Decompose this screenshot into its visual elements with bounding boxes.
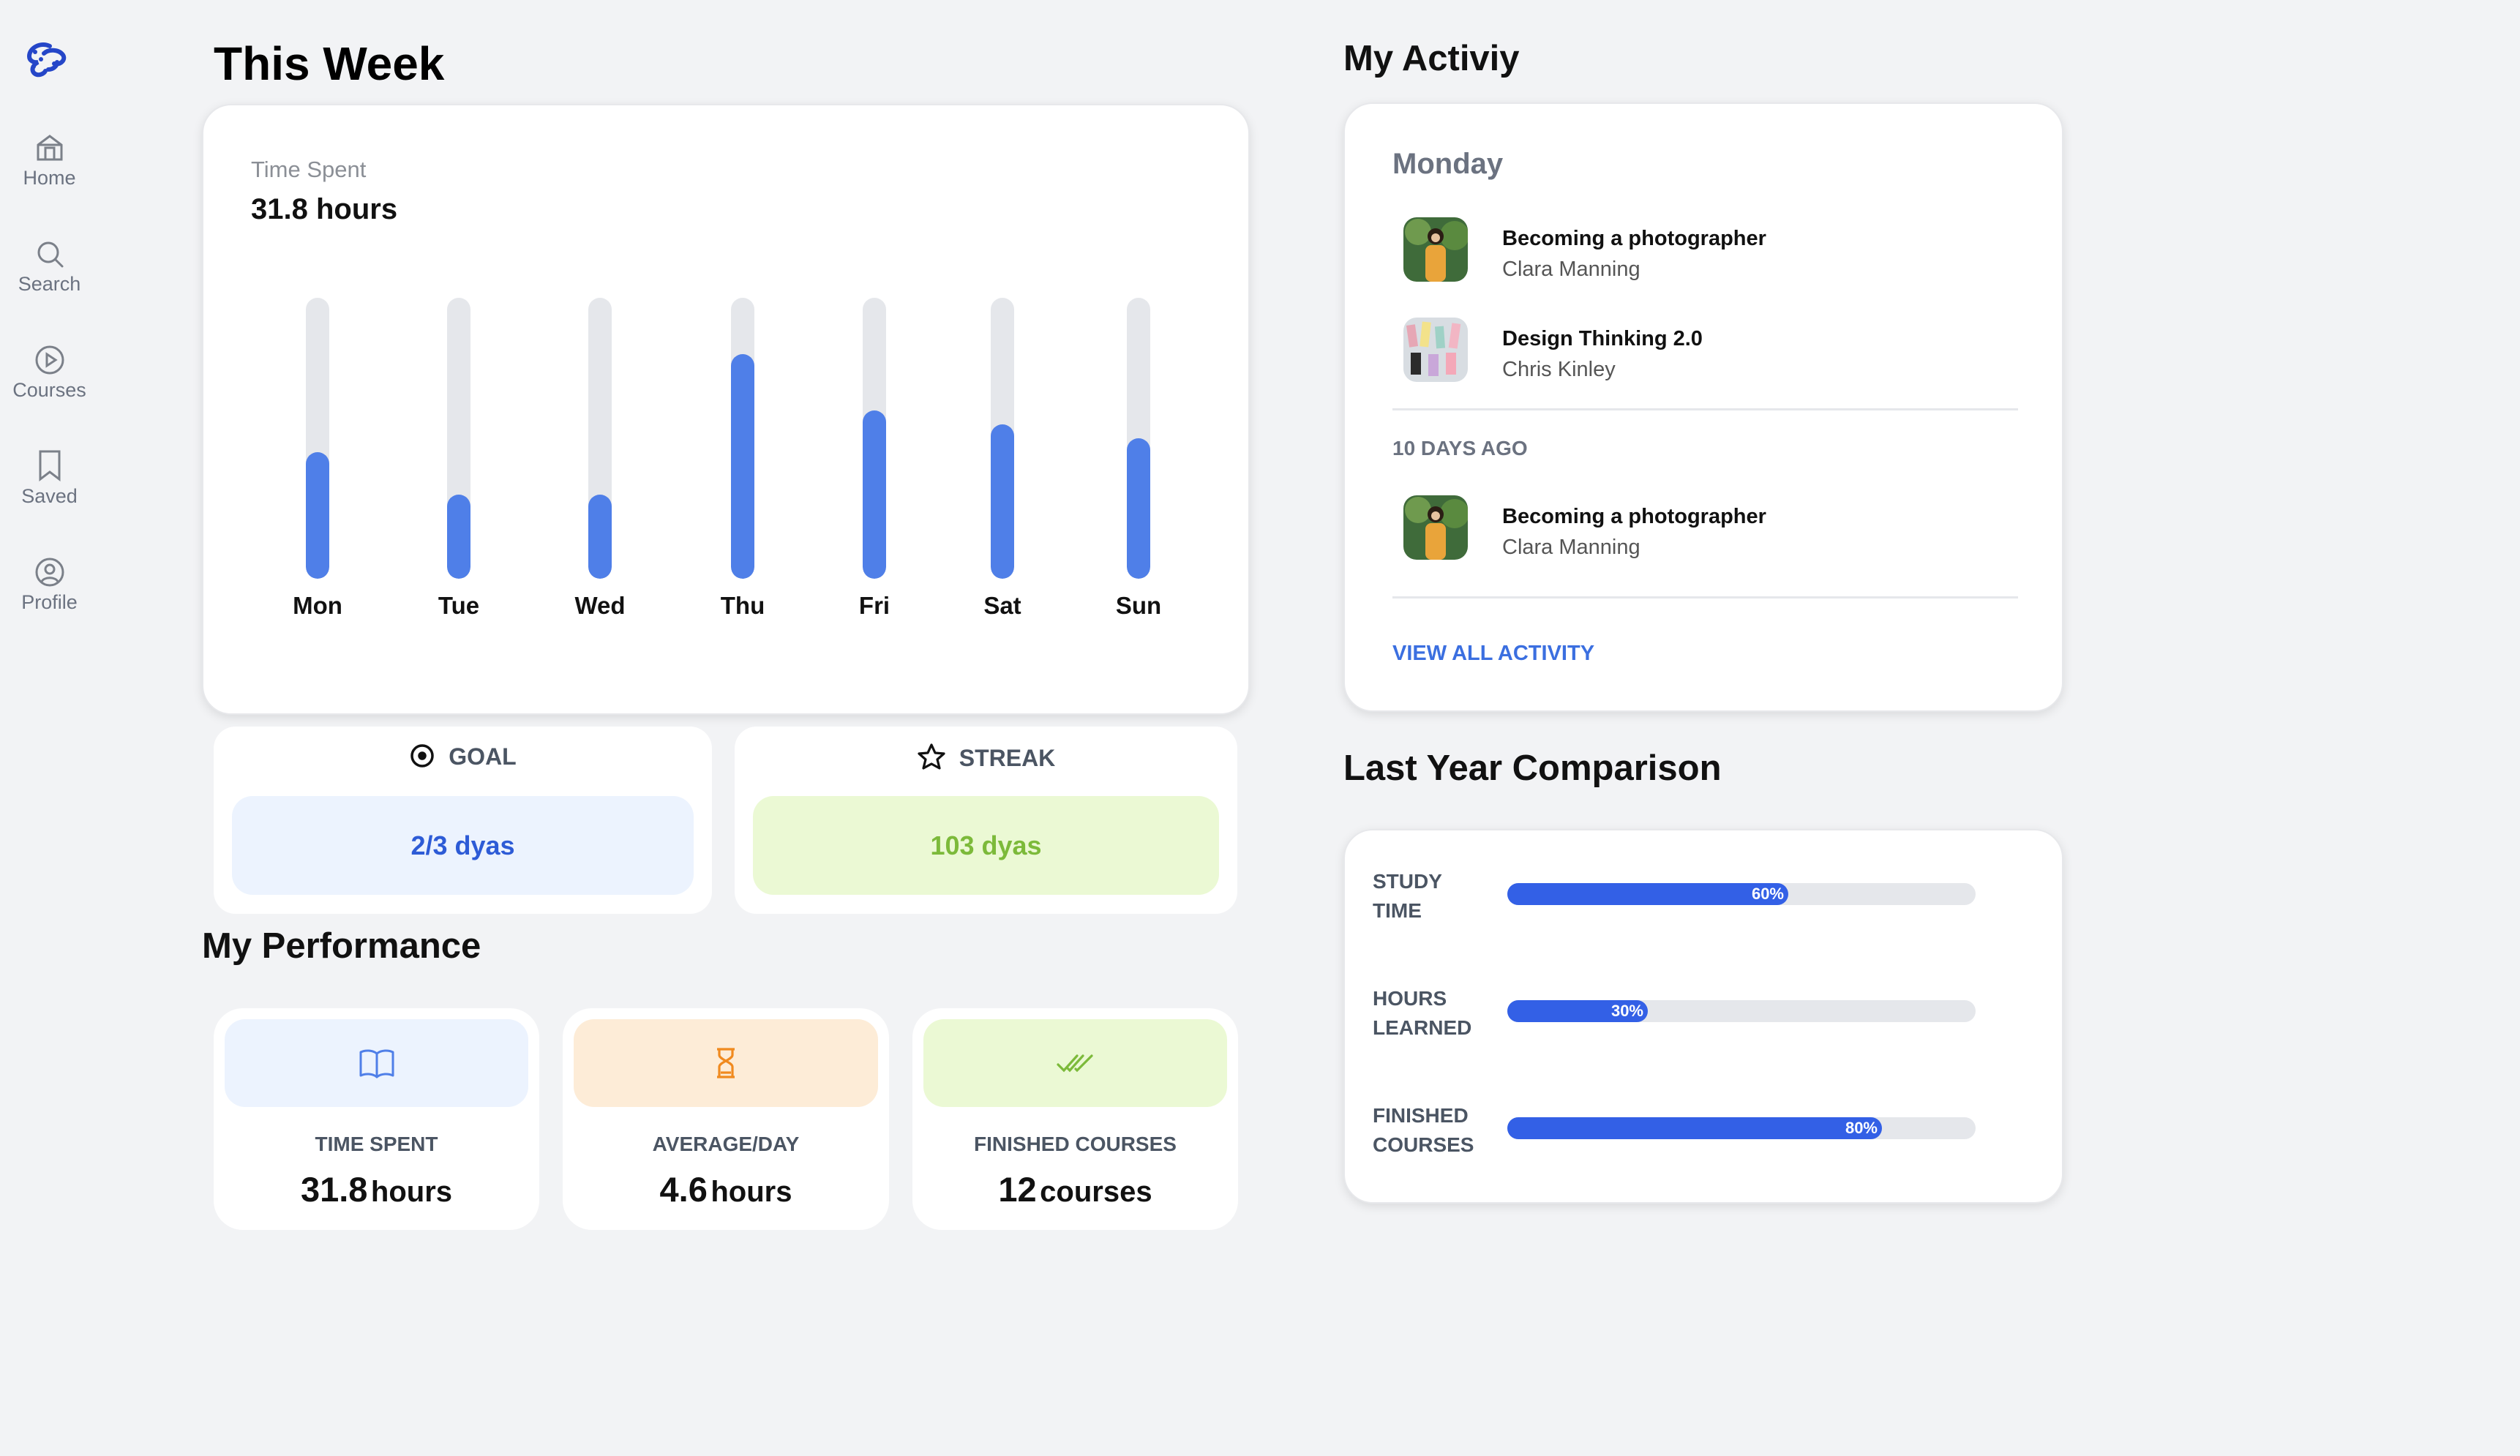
perf-value: 12 courses (998, 1170, 1152, 1209)
activity-course-title[interactable]: Becoming a photographer (1502, 505, 1766, 529)
weekly-time-card: Time Spent 31.8 hours Mon Tue Wed Thu Fri Sat… (202, 104, 1250, 715)
sidebar-item-label: Saved (21, 485, 78, 507)
bar-track-sat (991, 298, 1014, 579)
activity-course-title[interactable]: Becoming a photographer (1502, 227, 1766, 251)
page-title: This Week (214, 37, 445, 90)
home-icon (37, 135, 62, 161)
activity-course-author: Clara Manning (1502, 536, 1640, 559)
bar-track-fri (863, 298, 886, 579)
divider (1392, 596, 2018, 598)
comparison-track: 60% (1507, 883, 1976, 905)
view-all-activity-link[interactable]: VIEW ALL ACTIVITY (1392, 642, 1594, 666)
hourglass-icon (717, 1048, 735, 1078)
activity-title: My Activiy (1343, 39, 1520, 78)
goal-card: GOAL 2/3 dyas (214, 727, 712, 914)
time-spent-value: 31.8 hours (251, 193, 398, 225)
perf-value: 4.6 hours (659, 1170, 792, 1209)
comparison-bar: 80% (1507, 1117, 1882, 1139)
comparison-percent: 80% (1845, 1119, 1878, 1137)
bar-tue (447, 495, 470, 579)
perf-card-average-day: AVERAGE/DAY 4.6 hours (563, 1008, 889, 1230)
goal-label: GOAL (449, 743, 517, 770)
comparison-track: 30% (1507, 1000, 1976, 1022)
comparison-label: STUDY TIME (1373, 870, 1442, 922)
course-thumbnail[interactable] (1403, 318, 1468, 382)
activity-course-author: Chris Kinley (1502, 358, 1616, 381)
sidebar-item-courses[interactable]: Courses (0, 344, 99, 402)
search-icon (37, 241, 63, 268)
sidebar-item-profile[interactable]: Profile (0, 556, 99, 614)
double-check-icon (1056, 1054, 1093, 1073)
activity-section-label: 10 DAYS AGO (1392, 437, 1528, 459)
bar-track-mon (306, 298, 329, 579)
activity-course-title[interactable]: Design Thinking 2.0 (1502, 327, 1703, 351)
activity-card: Monday Becoming a photographer Clara Man… (1343, 102, 2063, 712)
bar-mon (306, 452, 329, 579)
play-icon (35, 345, 64, 375)
comparison-percent: 30% (1610, 1002, 1643, 1020)
app-logo[interactable] (22, 40, 73, 84)
bar-thu (731, 354, 754, 579)
perf-card-time-spent: TIME SPENT 31.8 hours (214, 1008, 539, 1230)
perf-label: AVERAGE/DAY (652, 1133, 800, 1155)
streak-value: 103 dyas (753, 796, 1219, 895)
perf-label: FINISHED COURSES (974, 1133, 1177, 1155)
day-label: Tue (438, 592, 480, 619)
day-label: Sat (983, 592, 1021, 619)
comparison-label: FINISHED COURSES (1373, 1104, 1474, 1156)
comparison-title: Last Year Comparison (1343, 748, 1722, 788)
comparison-card: STUDY TIME 60% HOURS LEARNED 30% FINISHED COURS… (1343, 829, 2063, 1204)
goal-value: 2/3 dyas (232, 796, 694, 895)
day-label: Thu (720, 592, 765, 619)
sidebar-item-saved[interactable]: Saved (0, 449, 99, 508)
sidebar-item-label: Search (18, 273, 81, 295)
star-icon (918, 743, 945, 770)
day-label: Sun (1115, 592, 1162, 619)
course-thumbnail[interactable] (1403, 495, 1468, 560)
bar-track-wed (588, 298, 612, 579)
sidebar-item-label: Courses (12, 379, 86, 401)
streak-card: STREAK 103 dyas (735, 727, 1237, 914)
bar-sun (1127, 438, 1150, 579)
bar-sat (991, 424, 1014, 579)
activity-day-label: Monday (1392, 148, 1504, 180)
course-thumbnail[interactable] (1403, 217, 1468, 282)
comparison-percent: 60% (1751, 885, 1784, 903)
day-label: Wed (574, 592, 626, 619)
perf-label: TIME SPENT (315, 1133, 438, 1155)
performance-title: My Performance (202, 926, 481, 966)
sidebar-item-label: Home (23, 167, 76, 189)
activity-course-author: Clara Manning (1502, 258, 1640, 281)
sidebar: Home Search Courses Saved Profile (0, 0, 99, 1456)
bar-fri (863, 410, 886, 579)
bar-track-sun (1127, 298, 1150, 579)
bar-track-tue (447, 298, 470, 579)
sidebar-item-home[interactable]: Home (0, 132, 99, 189)
bar-track-thu (731, 298, 754, 579)
comparison-label: HOURS LEARNED (1373, 987, 1472, 1039)
user-icon (35, 558, 64, 587)
bar-wed (588, 495, 612, 579)
perf-value: 31.8 hours (300, 1170, 453, 1209)
streak-label: STREAK (959, 745, 1056, 771)
divider (1392, 408, 2018, 410)
comparison-bar: 60% (1507, 883, 1788, 905)
sidebar-item-label: Profile (21, 591, 78, 613)
time-spent-label: Time Spent (251, 157, 367, 182)
day-label: Mon (293, 592, 342, 619)
comparison-track: 80% (1507, 1117, 1976, 1139)
comparison-bar: 30% (1507, 1000, 1648, 1022)
day-label: Fri (858, 592, 890, 619)
target-icon (410, 744, 435, 768)
perf-card-finished-courses: FINISHED COURSES 12 courses (912, 1008, 1238, 1230)
bookmark-icon (39, 450, 60, 482)
book-icon (359, 1049, 394, 1078)
sidebar-item-search[interactable]: Search (0, 238, 99, 296)
